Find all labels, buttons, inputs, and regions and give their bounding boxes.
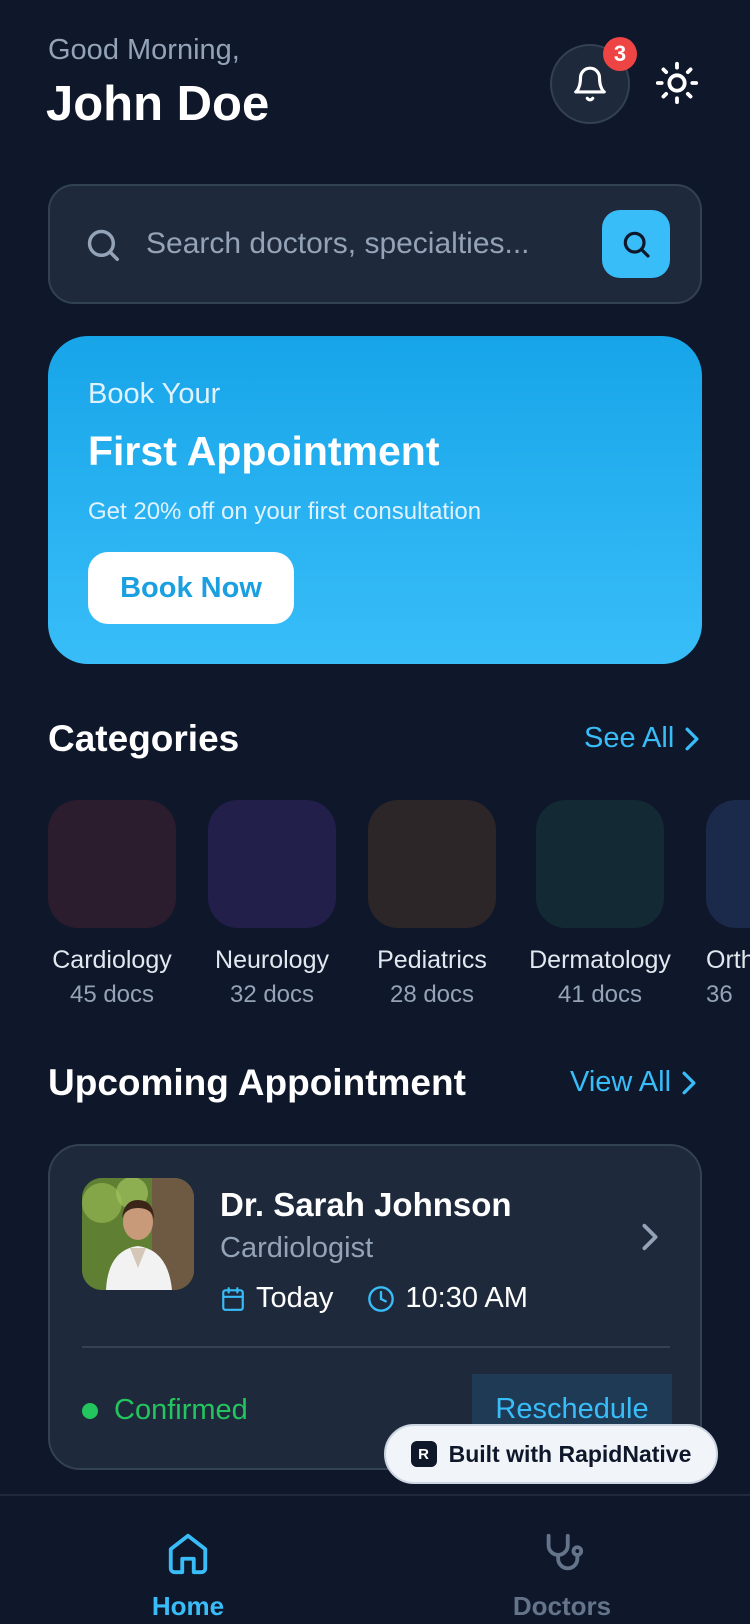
home-icon	[168, 1533, 208, 1575]
category-tile	[48, 800, 176, 928]
chevron-right-icon	[682, 1071, 696, 1094]
card-divider	[82, 1346, 670, 1348]
see-all-link[interactable]: See All	[584, 722, 702, 755]
category-pediatrics[interactable]: Pediatrics 28 docs	[352, 800, 512, 1009]
doctor-name: Dr. Sarah Johnson	[220, 1186, 512, 1223]
category-name: Orth	[706, 946, 750, 974]
category-dermatology[interactable]: Dermatology 41 docs	[520, 800, 680, 1009]
banner-title: First Appointment	[88, 428, 440, 474]
status-badge: Confirmed	[82, 1394, 248, 1427]
doctor-avatar	[82, 1178, 194, 1290]
appointment-card[interactable]: Dr. Sarah Johnson Cardiologist Today 10:…	[48, 1144, 702, 1470]
search-submit-button[interactable]	[602, 210, 670, 278]
time-text: 10:30 AM	[405, 1282, 528, 1314]
search-bar	[48, 184, 702, 304]
user-name: John Doe	[46, 77, 270, 131]
category-count: 45 docs	[69, 981, 155, 1008]
view-all-label: View All	[570, 1066, 672, 1098]
chevron-right-icon	[642, 1223, 658, 1251]
category-name: Pediatrics	[377, 946, 487, 974]
promo-banner: Book Your First Appointment Get 20% off …	[48, 336, 702, 664]
chevron-right-icon	[685, 727, 699, 750]
calendar-icon	[222, 1286, 244, 1311]
bottom-navigation: Home Doctors	[0, 1494, 750, 1624]
upcoming-title: Upcoming Appointment	[48, 1062, 466, 1103]
nav-item-home[interactable]: Home	[108, 1530, 268, 1622]
date-text: Today	[256, 1282, 334, 1314]
bell-icon	[574, 66, 606, 102]
search-icon	[87, 229, 119, 261]
clock-icon	[368, 1285, 395, 1312]
banner-subtitle: Get 20% off on your first consultation	[88, 498, 482, 525]
category-tile	[208, 800, 336, 928]
rapidnative-logo-icon: R	[410, 1441, 437, 1467]
view-all-link[interactable]: View All	[570, 1066, 699, 1099]
home-screen: Good Morning, John Doe 3 Book Your Fir	[0, 0, 750, 1624]
category-tile	[368, 800, 496, 928]
banner-kicker: Book Your	[88, 378, 221, 410]
theme-toggle-button[interactable]	[652, 58, 702, 108]
nav-label-doctors: Doctors	[512, 1591, 612, 1621]
search-icon	[623, 231, 650, 258]
book-now-button[interactable]: Book Now	[88, 552, 294, 624]
category-count: 32 docs	[229, 981, 315, 1008]
category-tile	[536, 800, 664, 928]
nav-item-doctors[interactable]: Doctors	[482, 1530, 642, 1622]
category-name: Dermatology	[529, 946, 671, 974]
see-all-label: See All	[584, 722, 675, 754]
greeting-text: Good Morning,	[48, 34, 240, 66]
appointment-meta: Today 10:30 AM	[220, 1282, 562, 1315]
appointment-time: 10:30 AM	[367, 1282, 528, 1315]
category-neurology[interactable]: Neurology 32 docs	[192, 800, 352, 1009]
status-text: Confirmed	[114, 1394, 248, 1426]
category-count: 41 docs	[557, 981, 643, 1008]
built-with-label: Built with RapidNative	[448, 1440, 692, 1467]
category-name: Neurology	[215, 946, 329, 974]
status-dot	[82, 1402, 98, 1419]
category-cardiology[interactable]: Cardiology 45 docs	[32, 800, 192, 1009]
doctor-specialty: Cardiologist	[220, 1232, 374, 1264]
built-with-badge[interactable]: R Built with RapidNative	[384, 1424, 718, 1484]
category-count: 28 docs	[389, 981, 475, 1008]
category-count: 36	[706, 981, 733, 1008]
search-input[interactable]	[146, 216, 546, 272]
sun-icon	[655, 61, 699, 105]
categories-title: Categories	[48, 718, 240, 759]
stethoscope-icon	[546, 1533, 584, 1571]
doctor-portrait-image	[82, 1178, 194, 1290]
category-tile	[706, 800, 750, 928]
nav-label-home: Home	[151, 1591, 225, 1621]
category-orthopedics[interactable]: Orth 36	[706, 800, 750, 1009]
category-name: Cardiology	[52, 946, 172, 974]
notification-badge: 3	[603, 37, 637, 71]
appointment-date: Today	[220, 1282, 333, 1315]
